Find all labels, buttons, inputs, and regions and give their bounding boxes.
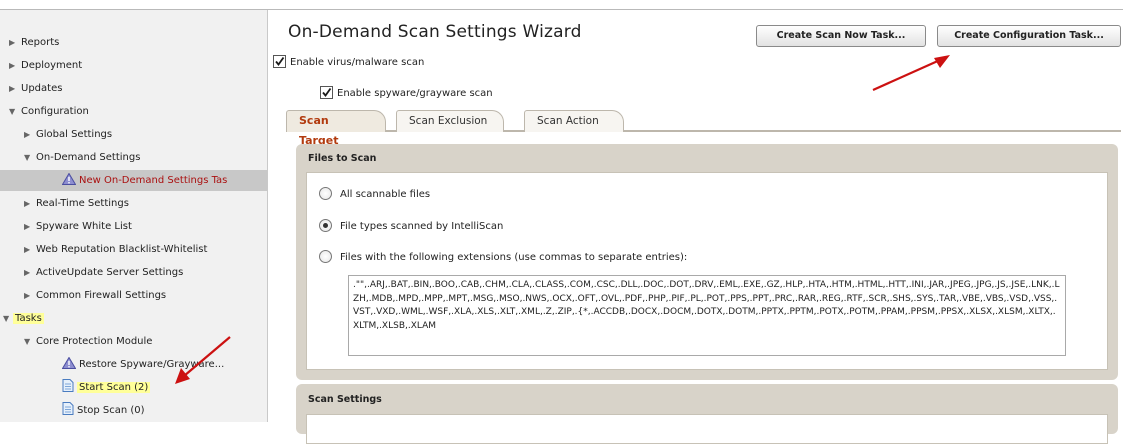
radio-row-intelliscan[interactable]: File types scanned by IntelliScan	[319, 219, 503, 234]
files-to-scan-panel: Files to Scan All scannable files File t…	[296, 144, 1118, 380]
enable-spyware-label: Enable spyware/grayware scan	[337, 88, 493, 99]
tree-item-core-protection-module[interactable]: ▼ Core Protection Module	[24, 331, 152, 352]
enable-spyware-row[interactable]: Enable spyware/grayware scan	[320, 86, 493, 101]
tree-item-reports[interactable]: ▶ Reports	[9, 32, 59, 53]
expand-arrow-icon[interactable]: ▶	[24, 239, 36, 260]
collapse-arrow-icon[interactable]: ▼	[9, 101, 21, 122]
intelliscan-radio[interactable]	[319, 219, 332, 232]
tree-item-web-reputation[interactable]: ▶ Web Reputation Blacklist-Whitelist	[24, 239, 207, 260]
enable-virus-label: Enable virus/malware scan	[290, 57, 425, 68]
top-border	[0, 0, 1123, 10]
enable-virus-row[interactable]: Enable virus/malware scan	[273, 55, 424, 70]
tree-item-updates[interactable]: ▶ Updates	[9, 78, 62, 99]
radio-row-extensions[interactable]: Files with the following extensions (use…	[319, 250, 687, 265]
files-to-scan-title: Files to Scan	[308, 153, 377, 164]
intelliscan-label: File types scanned by IntelliScan	[340, 221, 504, 232]
tree-item-stop-scan[interactable]: Stop Scan (0)	[62, 400, 145, 421]
tab-bar: Scan Target Scan Exclusion Scan Action	[286, 110, 1121, 147]
enable-virus-checkbox[interactable]	[273, 55, 286, 68]
collapse-arrow-icon[interactable]: ▼	[3, 308, 13, 329]
collapse-arrow-icon[interactable]: ▼	[24, 331, 36, 352]
expand-arrow-icon[interactable]: ▶	[24, 285, 36, 306]
tab-scan-target[interactable]: Scan Target	[286, 110, 386, 147]
enable-spyware-checkbox[interactable]	[320, 86, 333, 99]
expand-arrow-icon[interactable]: ▶	[9, 55, 21, 76]
scan-settings-body	[306, 414, 1108, 444]
expand-arrow-icon[interactable]: ▶	[9, 32, 21, 53]
extensions-label: Files with the following extensions (use…	[340, 252, 688, 263]
expand-arrow-icon[interactable]: ▶	[9, 78, 21, 99]
radio-row-all-files[interactable]: All scannable files	[319, 187, 430, 202]
all-files-radio[interactable]	[319, 187, 332, 200]
tab-scan-action[interactable]: Scan Action	[524, 110, 624, 132]
tree-item-common-firewall[interactable]: ▶ Common Firewall Settings	[24, 285, 166, 306]
page-title: On-Demand Scan Settings Wizard	[288, 22, 582, 42]
collapse-arrow-icon[interactable]: ▼	[24, 147, 36, 168]
main-content: On-Demand Scan Settings Wizard Create Sc…	[268, 10, 1123, 444]
create-scan-now-task-button[interactable]: Create Scan Now Task...	[756, 25, 926, 47]
tree-item-spyware-white-list[interactable]: ▶ Spyware White List	[24, 216, 132, 237]
tree-item-on-demand-settings[interactable]: ▼ On-Demand Settings	[24, 147, 140, 168]
tree-item-restore-spyware[interactable]: Restore Spyware/Grayware...	[61, 354, 224, 375]
extensions-textarea[interactable]: ."",.ARJ,.BAT,.BIN,.BOO,.CAB,.CHM,.CLA,.…	[348, 275, 1066, 356]
scan-settings-title: Scan Settings	[308, 394, 382, 405]
scan-settings-panel: Scan Settings	[296, 384, 1118, 444]
document-icon	[62, 402, 74, 415]
expand-arrow-icon[interactable]: ▶	[24, 216, 36, 237]
tree-item-real-time-settings[interactable]: ▶ Real-Time Settings	[24, 193, 129, 214]
all-files-label: All scannable files	[340, 189, 431, 200]
tree-item-start-scan[interactable]: Start Scan (2)	[62, 377, 151, 398]
tab-scan-exclusion[interactable]: Scan Exclusion	[396, 110, 504, 132]
warning-icon	[61, 172, 77, 185]
tree-item-activeupdate-server[interactable]: ▶ ActiveUpdate Server Settings	[24, 262, 183, 283]
warning-icon	[61, 356, 77, 369]
extensions-radio[interactable]	[319, 250, 332, 263]
tree-item-global-settings[interactable]: ▶ Global Settings	[24, 124, 112, 145]
document-icon	[62, 379, 74, 392]
tree-item-new-on-demand-task[interactable]: New On-Demand Settings Tas	[0, 170, 267, 191]
create-configuration-task-button[interactable]: Create Configuration Task...	[937, 25, 1121, 47]
tree-item-deployment[interactable]: ▶ Deployment	[9, 55, 82, 76]
expand-arrow-icon[interactable]: ▶	[24, 124, 36, 145]
expand-arrow-icon[interactable]: ▶	[24, 193, 36, 214]
sidebar-tree: ▶ Reports ▶ Deployment ▶ Updates ▼ Configura…	[0, 10, 268, 422]
expand-arrow-icon[interactable]: ▶	[24, 262, 36, 283]
tree-item-configuration[interactable]: ▼ Configuration	[9, 101, 89, 122]
files-to-scan-body: All scannable files File types scanned b…	[306, 172, 1108, 370]
tree-item-tasks[interactable]: ▼ Tasks	[3, 308, 44, 329]
